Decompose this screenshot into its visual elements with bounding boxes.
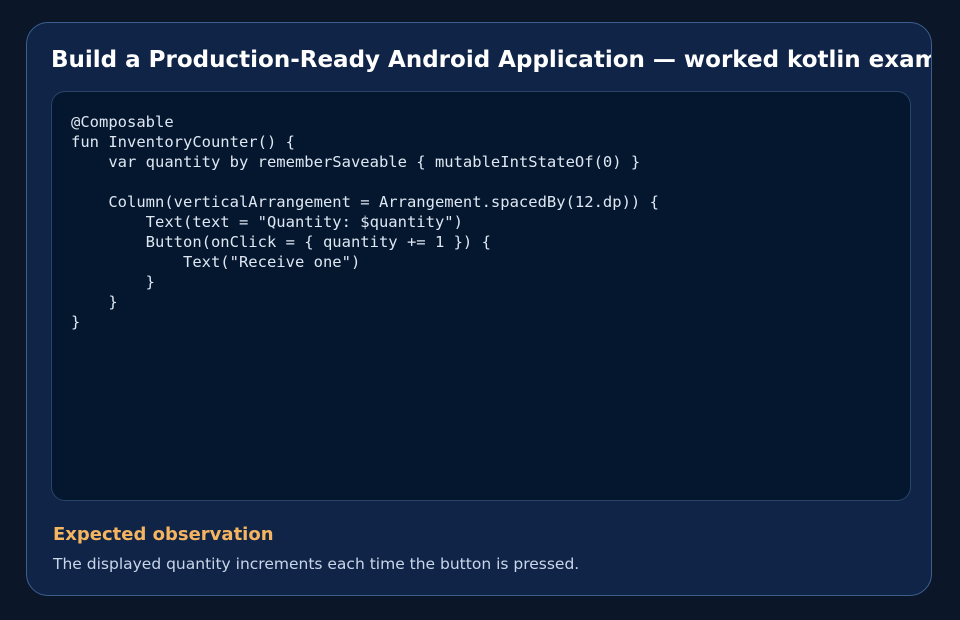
observation-text: The displayed quantity increments each t… [53, 555, 580, 573]
observation-heading: Expected observation [53, 524, 274, 545]
card-title: Build a Production-Ready Android Applica… [51, 47, 932, 73]
code-text: @Composable fun InventoryCounter() { var… [71, 113, 659, 331]
example-card: Build a Production-Ready Android Applica… [26, 22, 932, 596]
code-block: @Composable fun InventoryCounter() { var… [51, 91, 911, 501]
